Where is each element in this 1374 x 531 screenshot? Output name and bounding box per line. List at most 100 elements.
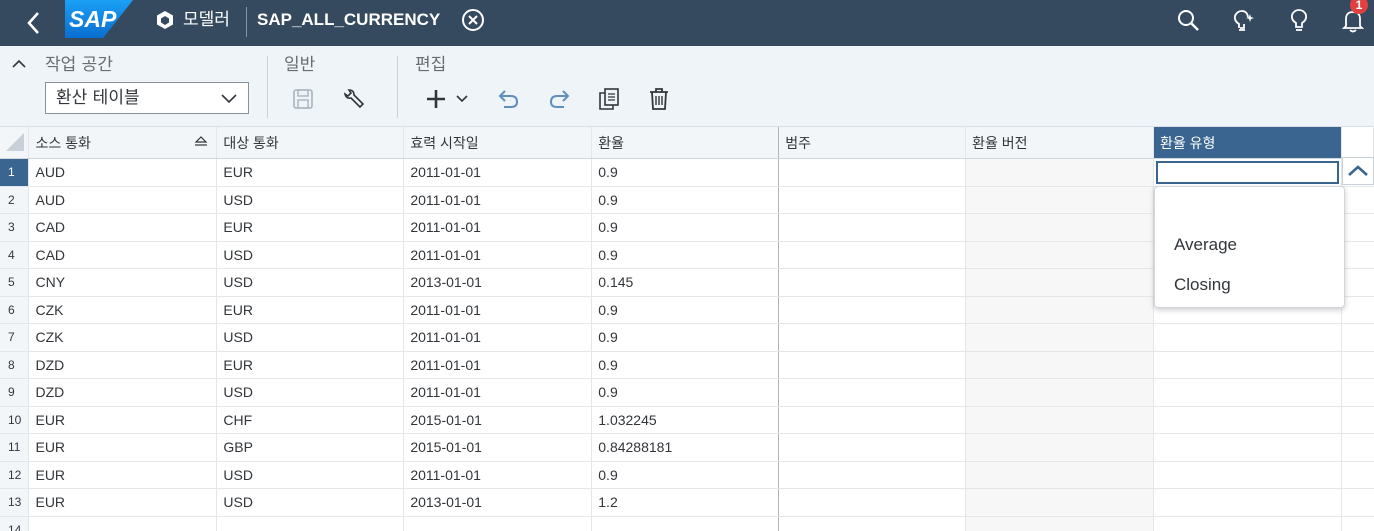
column-header-source-currency[interactable]: 소스 통화 <box>28 127 218 159</box>
table-cell[interactable]: 2011-01-01 <box>403 461 593 489</box>
table-cell[interactable] <box>778 213 967 242</box>
table-row[interactable]: 12 EUR USD 2011-01-01 0.9 <box>0 461 1374 489</box>
table-cell[interactable]: 0.9 <box>591 186 780 214</box>
table-row[interactable]: 13 EUR USD 2013-01-01 1.2 <box>0 488 1374 517</box>
table-cell[interactable] <box>965 378 1155 407</box>
row-number[interactable]: 6 <box>0 296 30 324</box>
close-circle-icon[interactable] <box>461 8 485 32</box>
table-cell[interactable] <box>778 378 967 407</box>
table-cell[interactable]: CHF <box>216 406 405 434</box>
table-cell[interactable] <box>1153 378 1342 407</box>
table-cell[interactable] <box>28 516 218 531</box>
table-cell[interactable]: CAD <box>28 213 218 242</box>
column-header-rate-version[interactable]: 환율 버전 <box>965 127 1155 159</box>
table-cell[interactable]: 2015-01-01 <box>403 406 593 434</box>
table-cell[interactable]: USD <box>216 378 405 407</box>
save-icon[interactable] <box>290 86 316 112</box>
table-cell[interactable] <box>1153 461 1342 489</box>
modeler-label[interactable]: 모델러 <box>183 10 230 30</box>
row-number[interactable]: 13 <box>0 488 30 517</box>
table-cell[interactable]: 2011-01-01 <box>403 186 593 214</box>
table-cell[interactable]: 0.145 <box>591 268 780 297</box>
chevron-left-icon[interactable] <box>22 10 46 36</box>
table-cell[interactable]: USD <box>216 186 405 214</box>
column-header-rate-type[interactable]: 환율 유형 <box>1153 127 1342 159</box>
rate-type-cell-editor[interactable] <box>1156 161 1339 184</box>
wrench-icon[interactable] <box>340 86 366 112</box>
table-cell[interactable] <box>778 296 967 324</box>
rate-type-dropdown-button[interactable] <box>1342 157 1374 185</box>
chevron-down-icon[interactable] <box>454 86 470 112</box>
table-cell[interactable] <box>965 296 1155 324</box>
row-number[interactable]: 1 <box>0 158 30 187</box>
column-header-category[interactable]: 범주 <box>778 127 967 159</box>
table-cell[interactable]: 0.84288181 <box>591 433 780 462</box>
row-number[interactable]: 5 <box>0 268 30 297</box>
table-cell[interactable]: AUD <box>28 186 218 214</box>
table-row[interactable]: 11 EUR GBP 2015-01-01 0.84288181 <box>0 433 1374 462</box>
table-cell[interactable] <box>965 323 1155 352</box>
redo-icon[interactable] <box>546 86 572 112</box>
table-cell[interactable] <box>1153 323 1342 352</box>
row-number[interactable]: 2 <box>0 186 30 214</box>
table-cell[interactable]: EUR <box>28 433 218 462</box>
table-cell[interactable]: 0.9 <box>591 158 780 187</box>
table-cell[interactable]: CNY <box>28 268 218 297</box>
table-row[interactable]: 9 DZD USD 2011-01-01 0.9 <box>0 378 1374 407</box>
table-cell[interactable] <box>591 516 780 531</box>
table-cell[interactable]: 2011-01-01 <box>403 296 593 324</box>
table-cell[interactable] <box>778 406 967 434</box>
table-cell[interactable] <box>965 158 1155 187</box>
table-cell[interactable] <box>1153 158 1342 187</box>
undo-icon[interactable] <box>496 86 522 112</box>
table-cell[interactable] <box>965 406 1155 434</box>
table-cell[interactable]: CAD <box>28 241 218 269</box>
table-cell[interactable]: DZD <box>28 378 218 407</box>
table-cell[interactable]: USD <box>216 461 405 489</box>
table-cell[interactable] <box>778 268 967 297</box>
table-cell[interactable]: 0.9 <box>591 323 780 352</box>
row-number[interactable]: 8 <box>0 351 30 379</box>
table-cell[interactable] <box>965 351 1155 379</box>
table-cell[interactable]: 2011-01-01 <box>403 241 593 269</box>
sap-logo[interactable]: SAP <box>65 0 133 38</box>
table-cell[interactable] <box>1153 488 1342 517</box>
row-number[interactable]: 10 <box>0 406 30 434</box>
row-number[interactable]: 11 <box>0 433 30 462</box>
table-cell[interactable]: EUR <box>216 296 405 324</box>
table-cell[interactable] <box>403 516 593 531</box>
table-cell[interactable] <box>778 158 967 187</box>
table-cell[interactable] <box>965 268 1155 297</box>
table-cell[interactable]: DZD <box>28 351 218 379</box>
row-number[interactable]: 9 <box>0 378 30 407</box>
table-cell[interactable] <box>778 461 967 489</box>
table-cell[interactable] <box>778 351 967 379</box>
workspace-select[interactable]: 환산 테이블 <box>45 82 249 114</box>
add-icon[interactable] <box>423 86 449 112</box>
column-header-rate[interactable]: 환율 <box>591 127 780 159</box>
table-cell[interactable] <box>965 488 1155 517</box>
sort-icon[interactable] <box>194 135 208 147</box>
column-header-target-currency[interactable]: 대상 통화 <box>216 127 405 159</box>
table-cell[interactable]: 1.2 <box>591 488 780 517</box>
table-cell[interactable]: EUR <box>28 406 218 434</box>
table-cell[interactable]: USD <box>216 488 405 517</box>
row-number[interactable]: 7 <box>0 323 30 352</box>
row-number[interactable]: 12 <box>0 461 30 489</box>
table-cell[interactable]: 0.9 <box>591 461 780 489</box>
table-cell[interactable] <box>965 461 1155 489</box>
select-all-corner[interactable] <box>0 127 30 159</box>
table-cell[interactable] <box>778 241 967 269</box>
table-cell[interactable]: 0.9 <box>591 351 780 379</box>
table-cell[interactable]: 2011-01-01 <box>403 351 593 379</box>
table-cell[interactable]: 2011-01-01 <box>403 323 593 352</box>
copy-icon[interactable] <box>596 86 622 112</box>
table-cell[interactable] <box>965 433 1155 462</box>
table-cell[interactable]: CZK <box>28 323 218 352</box>
lightbulb-icon[interactable] <box>1286 8 1312 34</box>
dropdown-option-closing[interactable]: Closing <box>1174 274 1231 296</box>
table-cell[interactable]: 2011-01-01 <box>403 158 593 187</box>
lightbulb-sparkle-icon[interactable] <box>1230 8 1256 34</box>
table-row[interactable]: 7 CZK USD 2011-01-01 0.9 <box>0 323 1374 352</box>
row-number[interactable]: 14 <box>0 516 30 531</box>
